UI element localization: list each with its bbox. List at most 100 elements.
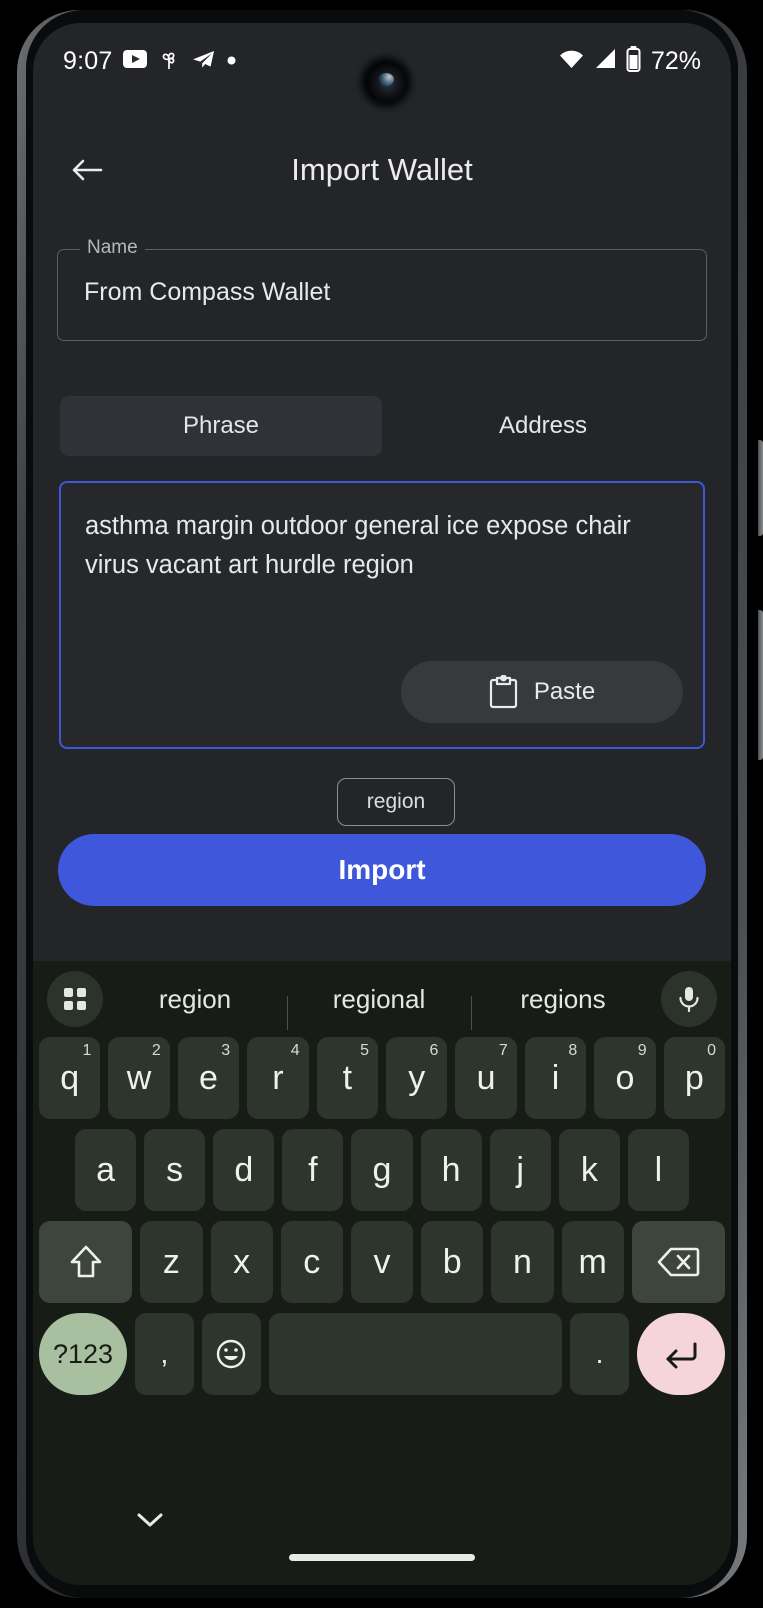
symbols-key[interactable]: ?123 [38, 1313, 128, 1395]
key-v[interactable]: v [350, 1221, 414, 1303]
arrow-left-icon [72, 159, 103, 181]
key-num: 4 [290, 1042, 300, 1059]
key-num: 9 [637, 1042, 647, 1059]
key-num: 8 [568, 1042, 578, 1059]
key-s[interactable]: s [144, 1129, 206, 1211]
battery-percent: 72% [650, 46, 701, 75]
key-r[interactable]: 4r [247, 1037, 309, 1119]
grid-squares-icon [64, 988, 86, 1010]
seed-phrase-input[interactable]: asthma margin outdoor general ice expose… [59, 481, 705, 749]
emoji-smiley-icon [216, 1339, 246, 1369]
back-button[interactable] [55, 138, 119, 202]
page-title: Import Wallet [291, 152, 473, 187]
keyboard-row-4: ?123 , . [33, 1313, 731, 1395]
shift-up-arrow-icon [70, 1245, 101, 1278]
tab-address[interactable]: Address [382, 396, 704, 456]
key-u[interactable]: 7u [455, 1037, 517, 1119]
backspace-icon [658, 1247, 700, 1277]
home-indicator[interactable] [289, 1554, 475, 1561]
comma-key[interactable]: , [135, 1313, 194, 1395]
keyboard-toolbar-button[interactable] [47, 971, 103, 1027]
period-key[interactable]: . [570, 1313, 629, 1395]
key-k[interactable]: k [558, 1129, 620, 1211]
wifi-icon [558, 47, 585, 76]
key-a[interactable]: a [75, 1129, 137, 1211]
status-bar-right: 72% [558, 45, 701, 77]
keyboard-row-1: 1q 2w 3e 4r 5t 6y 7u 8i 9o 0p [33, 1037, 731, 1119]
key-letter: o [615, 1058, 635, 1097]
microphone-icon [679, 987, 699, 1013]
keyboard-suggestion-strip: region regional regions [33, 961, 731, 1037]
key-w[interactable]: 2w [108, 1037, 170, 1119]
keyboard-row-2: a s d f g h j k l [33, 1129, 731, 1211]
key-letter: e [199, 1058, 218, 1097]
wallet-name-field[interactable]: Name From Compass Wallet [57, 237, 707, 341]
key-letter: w [126, 1058, 152, 1097]
clipboard-icon [489, 675, 517, 709]
key-g[interactable]: g [351, 1129, 413, 1211]
suggestion-region[interactable]: region [103, 984, 287, 1015]
keyboard-row-3: z x c v b n m [33, 1221, 731, 1303]
key-num: 7 [498, 1042, 508, 1059]
tab-phrase[interactable]: Phrase [60, 396, 382, 456]
status-bar-left: 9:07 [63, 47, 236, 76]
key-d[interactable]: d [213, 1129, 275, 1211]
key-p[interactable]: 0p [663, 1037, 726, 1119]
space-key[interactable] [268, 1313, 563, 1395]
key-letter: i [551, 1058, 560, 1097]
key-n[interactable]: n [491, 1221, 554, 1303]
seed-phrase-value[interactable]: asthma margin outdoor general ice expose… [85, 507, 645, 585]
key-num: 6 [429, 1042, 439, 1059]
word-suggestion-chip[interactable]: region [337, 778, 455, 826]
enter-key[interactable] [636, 1313, 726, 1395]
import-mode-tabs: Phrase Address [60, 396, 704, 456]
key-num: 0 [707, 1042, 717, 1059]
key-c[interactable]: c [280, 1221, 343, 1303]
cellular-signal-icon [593, 47, 618, 76]
key-j[interactable]: j [489, 1129, 551, 1211]
key-h[interactable]: h [420, 1129, 482, 1211]
key-t[interactable]: 5t [316, 1037, 378, 1119]
key-num: 2 [151, 1042, 161, 1059]
import-button[interactable]: Import [58, 834, 706, 906]
shift-key[interactable] [39, 1221, 133, 1303]
suggestion-regions[interactable]: regions [471, 984, 655, 1030]
key-y[interactable]: 6y [386, 1037, 448, 1119]
key-q[interactable]: 1q [38, 1037, 101, 1119]
front-camera [365, 61, 407, 103]
battery-icon [626, 45, 641, 77]
enter-return-icon [666, 1342, 697, 1369]
backspace-key[interactable] [631, 1221, 726, 1303]
key-num: 1 [82, 1042, 92, 1059]
phone-screen: 9:07 72% Import Wallet Name From Compass… [33, 23, 731, 1585]
keyboard-bottom-bar [33, 1475, 731, 1585]
key-z[interactable]: z [140, 1221, 203, 1303]
key-l[interactable]: l [627, 1129, 689, 1211]
wallet-name-label: Name [80, 237, 145, 259]
dot-icon [227, 52, 236, 70]
key-o[interactable]: 9o [594, 1037, 656, 1119]
paste-button[interactable]: Paste [401, 661, 683, 723]
hide-keyboard-button[interactable] [127, 1503, 173, 1537]
key-letter: p [684, 1058, 704, 1097]
key-i[interactable]: 8i [524, 1037, 587, 1119]
voice-input-button[interactable] [661, 971, 717, 1027]
key-letter: u [476, 1058, 496, 1097]
key-letter: q [60, 1058, 80, 1097]
key-m[interactable]: m [561, 1221, 624, 1303]
wallet-name-input[interactable]: From Compass Wallet [84, 278, 330, 307]
emoji-key[interactable] [201, 1313, 261, 1395]
key-x[interactable]: x [210, 1221, 273, 1303]
key-b[interactable]: b [421, 1221, 484, 1303]
key-e[interactable]: 3e [177, 1037, 240, 1119]
pinwheel-icon [158, 47, 180, 76]
suggestion-regional[interactable]: regional [287, 984, 471, 1030]
key-f[interactable]: f [282, 1129, 344, 1211]
key-num: 5 [360, 1042, 369, 1059]
volume-button[interactable] [758, 440, 763, 536]
paste-label: Paste [533, 678, 596, 705]
chevron-down-icon [137, 1513, 163, 1527]
power-button[interactable] [758, 610, 763, 760]
youtube-icon [123, 49, 148, 73]
on-screen-keyboard: region regional regions 1q 2w 3e 4r 5t 6… [33, 961, 731, 1585]
